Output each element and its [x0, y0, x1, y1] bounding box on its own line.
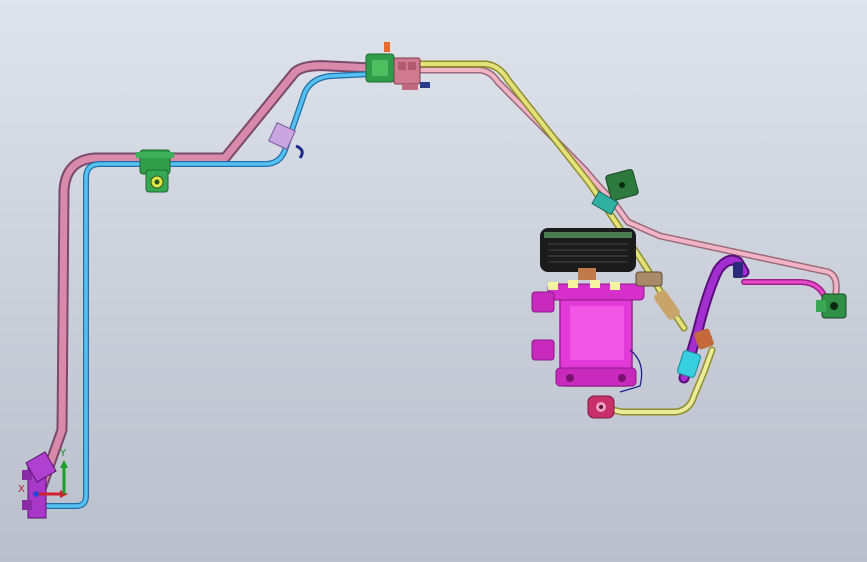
discharge-hose-blue[interactable]	[42, 71, 375, 509]
cyan-ferrule	[677, 350, 701, 378]
suction-hose-pink[interactable]	[34, 60, 378, 498]
left-clamp[interactable]	[136, 149, 174, 193]
triad-x-label: X	[18, 484, 25, 495]
hose-fitting	[733, 262, 743, 278]
assembly-scene[interactable]	[0, 0, 867, 562]
compressor[interactable]	[531, 228, 715, 419]
purple-hose[interactable]	[677, 254, 829, 384]
cad-viewport[interactable]: X Y	[0, 0, 867, 562]
right-end-fitting[interactable]	[816, 293, 847, 319]
clutch-pulley	[540, 228, 636, 280]
z-axis-dot	[33, 491, 39, 497]
top-manifold[interactable]	[365, 42, 430, 90]
triad-y-label: Y	[60, 448, 67, 459]
pressure-switch[interactable]	[591, 168, 639, 216]
